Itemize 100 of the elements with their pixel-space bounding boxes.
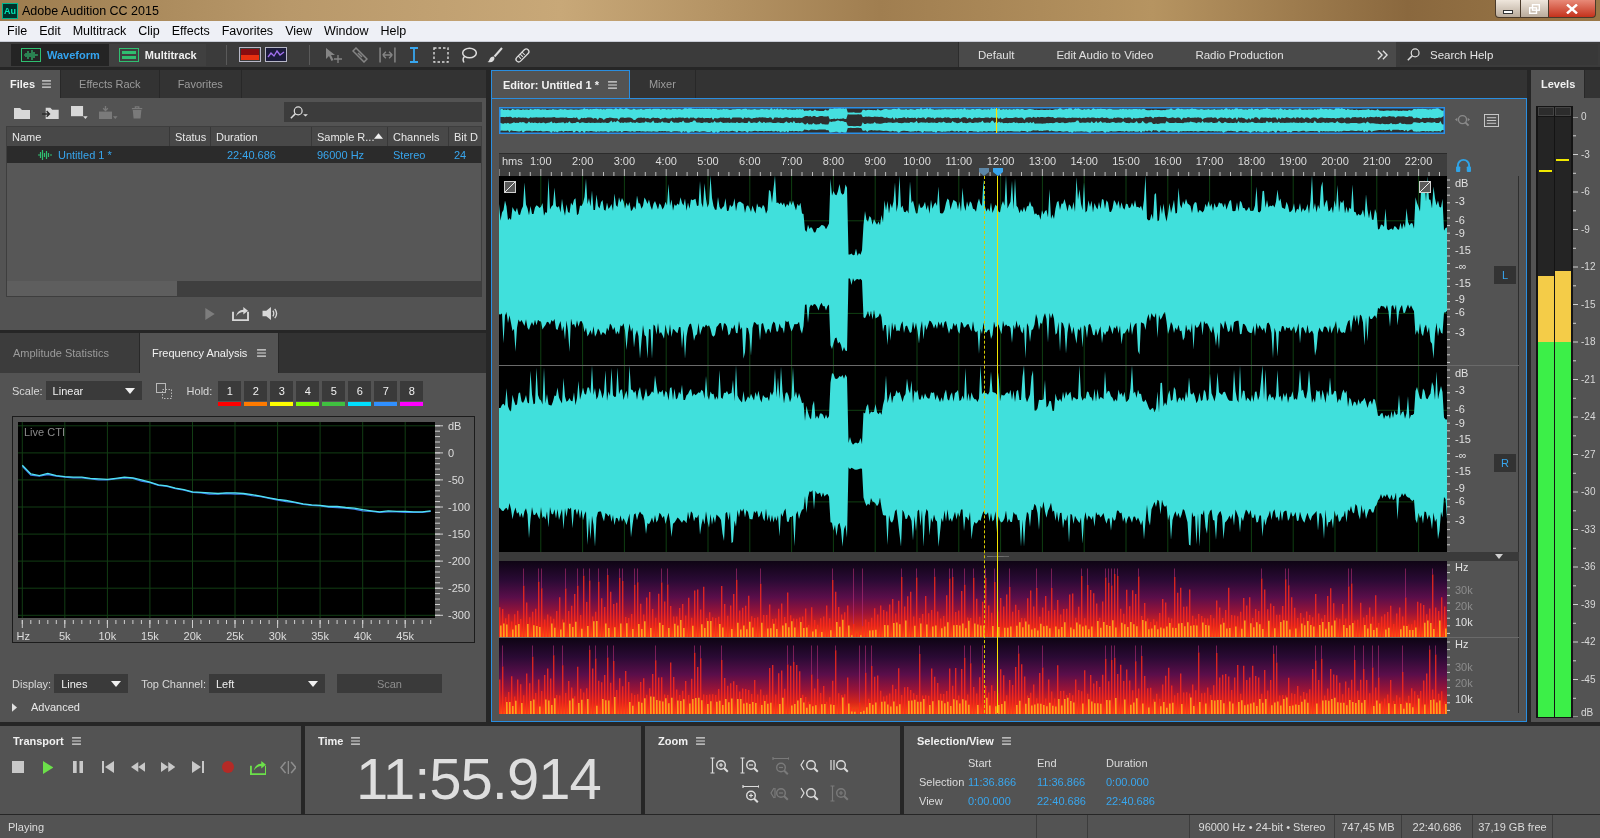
headphones-icon[interactable] <box>1456 157 1471 172</box>
restore-button[interactable] <box>1521 0 1549 18</box>
scale-dropdown[interactable]: Linear <box>45 381 142 400</box>
time-ruler[interactable]: hms 1:00 2:00 3:00 4:00 5:00 6:00 7:00 8:00 9:00 10:00 11:00 12:00 13:00 14:00 15:00 16:00 17:00 18:00 19:00 20:00 21:00 22:00 <box>499 153 1447 176</box>
spectrogram[interactable] <box>499 561 1447 637</box>
hold-button[interactable]: 8 <box>400 381 424 401</box>
i-beam-icon <box>409 46 420 63</box>
panel-tab[interactable]: Favorites <box>159 70 242 98</box>
scale-label: dB <box>1581 706 1594 719</box>
menu-item[interactable]: Effects <box>165 24 216 38</box>
list-icon[interactable] <box>1484 114 1499 127</box>
status-segment: 96000 Hz • 24-bit • Stereo <box>1189 815 1334 838</box>
channel-badge[interactable]: L <box>1494 265 1516 284</box>
clip-indicator[interactable] <box>1555 107 1571 116</box>
insert-button[interactable] <box>230 304 250 323</box>
copy-button[interactable] <box>154 381 173 400</box>
time-display: 11:55.914 <box>355 752 602 806</box>
window-title: Adobe Audition CC 2015 <box>22 3 159 18</box>
tick-label: 45k <box>396 630 415 642</box>
hold-button[interactable]: 5 <box>322 381 346 401</box>
waveform[interactable] <box>499 176 1447 365</box>
scale-label: dB <box>1455 367 1469 380</box>
overview-waveform[interactable] <box>499 107 1445 134</box>
tick-label: 35k <box>311 630 329 642</box>
scale-label: -6 <box>1455 306 1465 320</box>
tick-label: 40k <box>353 630 372 642</box>
scale-label: -6 <box>1581 185 1590 198</box>
menu-item[interactable]: Help <box>374 24 413 38</box>
spectrogram[interactable] <box>499 638 1447 714</box>
autoplay-button[interactable] <box>260 304 280 323</box>
menu-icon[interactable] <box>71 736 81 745</box>
bandage-icon <box>514 46 531 63</box>
hold-button[interactable]: 7 <box>374 381 398 401</box>
menu-item[interactable]: Window <box>318 24 375 38</box>
menu-icon[interactable] <box>257 349 267 357</box>
menu-item[interactable]: Edit <box>33 24 67 38</box>
brush-icon <box>487 46 504 63</box>
column-header[interactable]: Bit D <box>449 127 480 146</box>
menu-item[interactable]: Favorites <box>215 24 280 38</box>
workspace-tab[interactable]: Default <box>978 48 1015 61</box>
hold-button[interactable]: 4 <box>296 381 320 401</box>
panel-tab[interactable]: Frequency Analysis <box>140 333 280 373</box>
mode-button[interactable]: Multitrack <box>108 43 206 66</box>
menu-icon[interactable] <box>695 736 705 745</box>
display-label: Display: <box>12 676 52 692</box>
scale-label: -6 <box>1455 403 1465 417</box>
zoom-icon <box>829 757 849 775</box>
zoom-in-icon <box>709 757 729 775</box>
menu-item[interactable]: Multitrack <box>66 24 133 38</box>
menu-icon[interactable] <box>42 80 52 88</box>
scale-label: -42 <box>1581 635 1596 648</box>
waveform[interactable] <box>499 366 1447 553</box>
mode-button[interactable]: Waveform <box>11 43 109 66</box>
channel-badge[interactable]: R <box>1494 454 1516 472</box>
menu-icon[interactable] <box>351 736 361 745</box>
scale-label: dB <box>1455 177 1469 190</box>
handle-icon[interactable] <box>1419 181 1431 193</box>
search-icon[interactable] <box>290 106 308 119</box>
panel-tab[interactable]: Files <box>0 70 62 98</box>
speaker-icon <box>261 306 279 321</box>
stop-icon <box>12 761 24 773</box>
grip-icon[interactable] <box>987 555 1009 558</box>
file-row[interactable]: Untitled 1 * 22:40.686 96000 Hz Stereo 24 <box>7 146 481 163</box>
rewind-icon <box>130 762 146 772</box>
scale-label: -9 <box>1455 481 1465 495</box>
horizontal-scrollbar[interactable] <box>7 281 481 296</box>
handle-icon[interactable] <box>504 181 516 193</box>
ruler-label: 2:00 <box>571 155 594 167</box>
menu-icon[interactable] <box>607 80 617 89</box>
panel-title: Time <box>318 734 344 747</box>
workspace-tab[interactable]: Radio Production <box>1195 48 1284 61</box>
scrollbar-thumb[interactable] <box>7 281 177 296</box>
column-header: Start <box>968 755 993 771</box>
hold-button[interactable]: 2 <box>244 381 268 401</box>
menu-item[interactable]: View <box>279 24 318 38</box>
axis-label: dB <box>448 419 462 432</box>
skip-back-icon <box>102 761 114 773</box>
hold-button[interactable]: 1 <box>218 381 242 401</box>
panel-tab[interactable]: Amplitude Statistics <box>0 333 140 373</box>
clip-indicator[interactable] <box>1538 107 1554 116</box>
menu-icon[interactable] <box>1001 736 1011 745</box>
workspace-tab[interactable]: Edit Audio to Video <box>1056 48 1154 61</box>
display-dropdown[interactable]: Lines <box>54 674 129 693</box>
panel-tab[interactable]: Effects Rack <box>61 70 160 98</box>
disclosure-triangle-icon[interactable] <box>12 702 17 712</box>
scale-label: -18 <box>1581 335 1596 348</box>
status-segment: 37,19 GB free <box>1472 815 1552 838</box>
panel-tab[interactable]: Editor: Untitled 1 * <box>491 70 630 98</box>
search-field[interactable] <box>284 102 482 122</box>
close-button[interactable] <box>1549 0 1596 18</box>
panel-tab[interactable]: Levels <box>1531 70 1586 98</box>
minimize-button[interactable] <box>1495 0 1521 18</box>
top-channel-dropdown[interactable]: Left <box>208 674 325 693</box>
advanced-toggle[interactable]: Advanced <box>31 701 80 713</box>
scale-label: -30 <box>1581 485 1596 498</box>
menu-item[interactable]: Clip <box>132 24 166 38</box>
menu-item[interactable]: File <box>1 24 34 38</box>
caret-icon[interactable] <box>1495 554 1503 559</box>
hold-button[interactable]: 3 <box>270 381 294 401</box>
hold-button[interactable]: 6 <box>348 381 372 401</box>
